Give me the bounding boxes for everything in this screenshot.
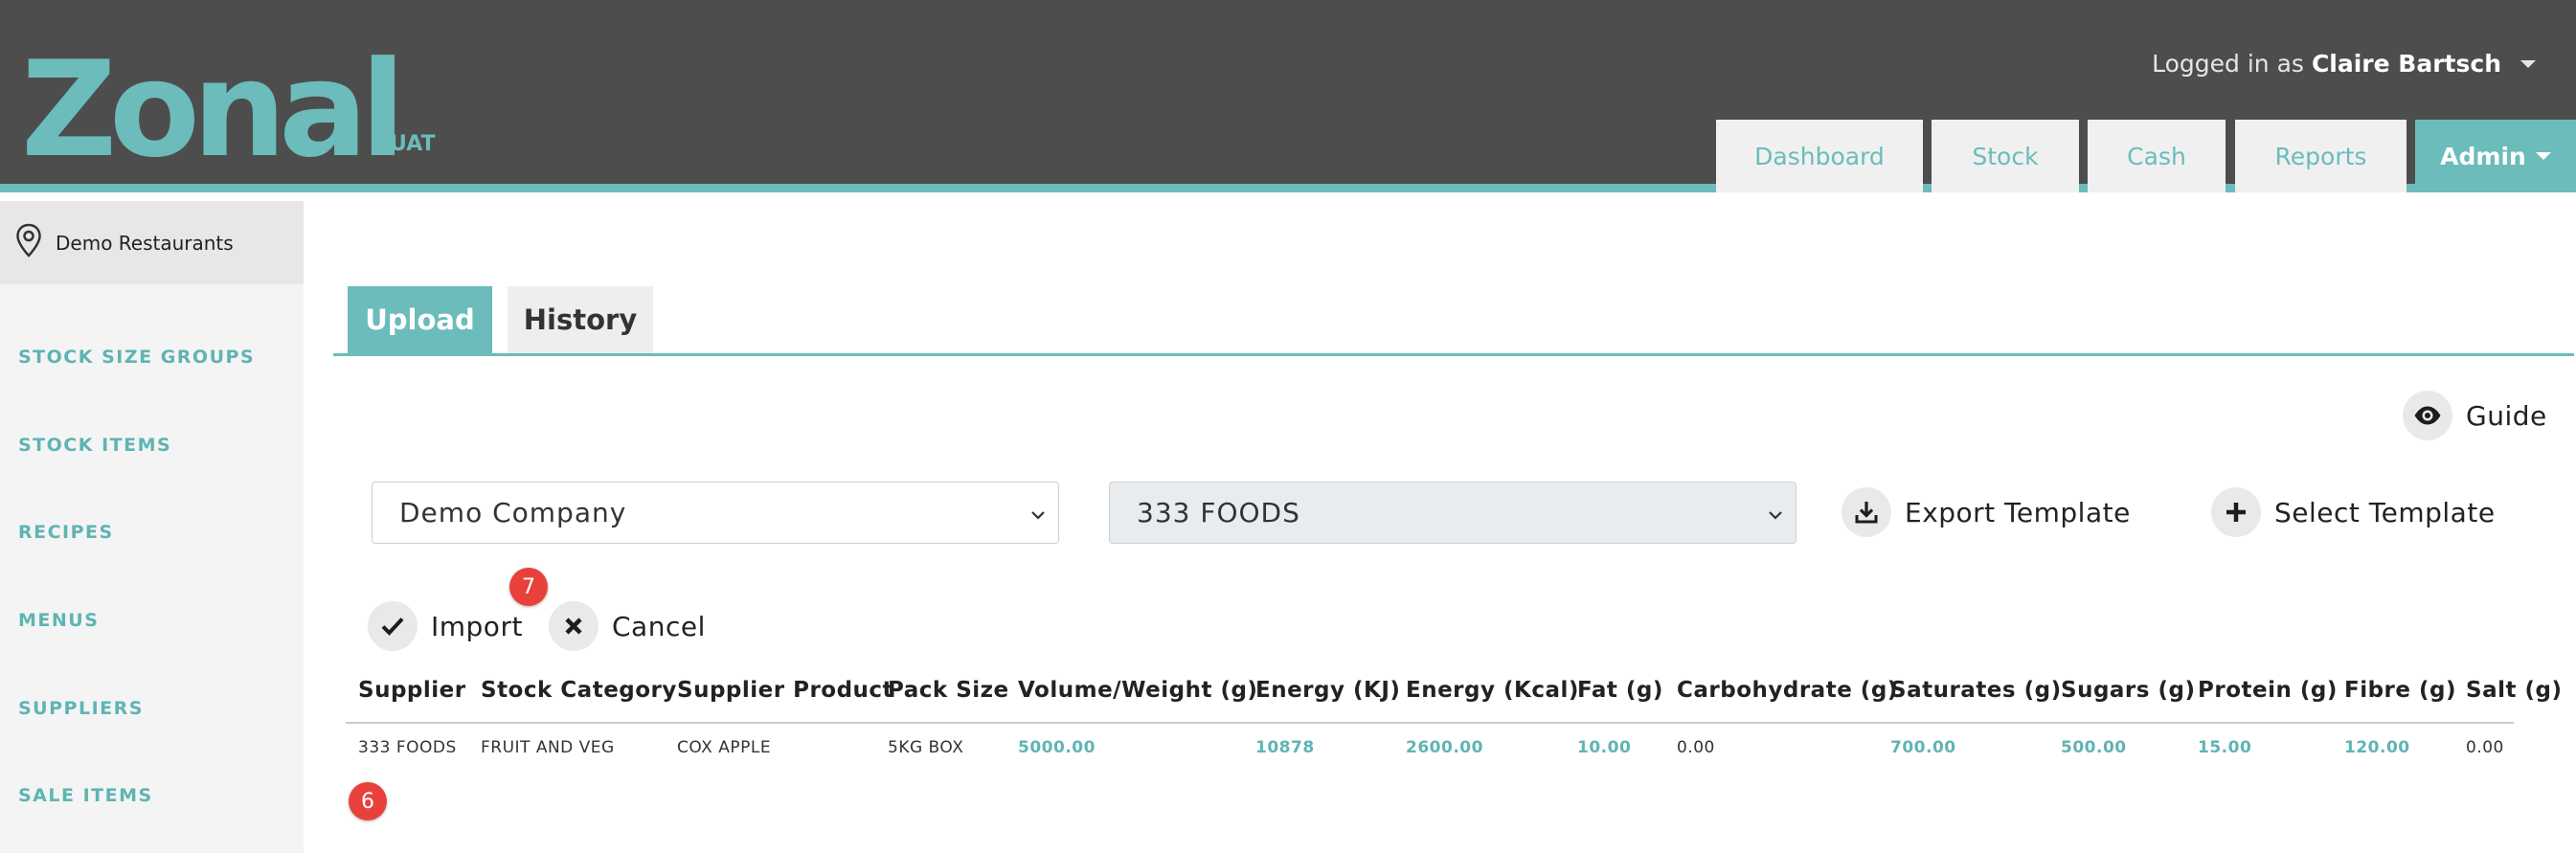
supplier-select-value: 333 FOODS: [1137, 497, 1300, 528]
nav-tab-label: Admin: [2440, 142, 2526, 170]
nav-tab-stock[interactable]: Stock: [1932, 120, 2079, 192]
close-icon: [549, 601, 599, 651]
table-cell: 333 FOODS: [358, 738, 457, 757]
company-select-value: Demo Company: [399, 497, 627, 528]
select-template-label: Select Template: [2274, 496, 2496, 528]
annotation-badge: 7: [509, 568, 548, 606]
nav-tab-dashboard[interactable]: Dashboard: [1716, 120, 1923, 192]
main-nav: Dashboard Stock Cash Reports Admin: [0, 120, 2576, 192]
column-header: Energy (Kcal): [1406, 678, 1579, 703]
sidebar-item-sale-items[interactable]: SALE ITEMS: [18, 785, 153, 806]
table-cell: 10878: [1255, 738, 1315, 757]
tab-history[interactable]: History: [508, 286, 653, 353]
tab-upload[interactable]: Upload: [348, 286, 492, 353]
table-cell: 0.00: [2466, 738, 2504, 757]
column-header: Supplier: [358, 678, 466, 703]
column-header: Carbohydrate (g): [1677, 678, 1898, 703]
chevron-down-icon: [2535, 152, 2551, 160]
column-header: Salt (g): [2466, 678, 2563, 703]
page-tabs: Upload History: [333, 286, 2574, 356]
user-name: Claire Bartsch: [2311, 50, 2501, 78]
column-header: Volume/Weight (g): [1018, 678, 1258, 703]
column-header: Sugars (g): [2061, 678, 2196, 703]
nav-tab-label: Stock: [1972, 142, 2039, 170]
check-icon: [368, 601, 418, 651]
table-cell: 5KG BOX: [888, 738, 964, 757]
guide-button[interactable]: Guide: [2403, 391, 2547, 440]
download-icon: [1842, 487, 1891, 537]
sidebar-item-recipes[interactable]: RECIPES: [18, 522, 114, 543]
nav-tab-admin[interactable]: Admin: [2415, 120, 2576, 192]
eye-icon: [2403, 391, 2452, 440]
table-cell: 10.00: [1577, 738, 1632, 757]
nav-tab-cash[interactable]: Cash: [2088, 120, 2226, 192]
column-header: Saturates (g): [1890, 678, 2062, 703]
import-label: Import: [431, 610, 523, 642]
select-template-button[interactable]: Select Template: [2211, 487, 2496, 537]
column-header: Protein (g): [2198, 678, 2338, 703]
supplier-select[interactable]: 333 FOODS: [1109, 482, 1796, 544]
nav-tab-label: Dashboard: [1754, 142, 1885, 170]
app-header: Zonal UAT Logged in as Claire Bartsch Da…: [0, 0, 2576, 192]
cancel-label: Cancel: [612, 610, 706, 642]
nav-tab-label: Cash: [2127, 142, 2186, 170]
table-cell: 2600.00: [1406, 738, 1483, 757]
sidebar-item-suppliers[interactable]: SUPPLIERS: [18, 698, 144, 719]
table-cell: 5000.00: [1018, 738, 1096, 757]
plus-icon: [2211, 487, 2261, 537]
table-cell: 700.00: [1890, 738, 1956, 757]
sidebar-item-stock-size-groups[interactable]: STOCK SIZE GROUPS: [18, 347, 255, 368]
table-cell: FRUIT AND VEG: [481, 738, 615, 757]
chevron-down-icon: [2520, 59, 2536, 68]
column-header: Energy (KJ): [1255, 678, 1401, 703]
tab-label: Upload: [365, 303, 475, 336]
nav-tab-label: Reports: [2274, 142, 2367, 170]
column-header: Stock Category: [481, 678, 677, 703]
logged-in-prefix: Logged in as: [2152, 50, 2304, 78]
location-pin-icon: [15, 223, 42, 262]
table-cell: COX APPLE: [677, 738, 772, 757]
column-header: Pack Size: [888, 678, 1009, 703]
site-selector[interactable]: Demo Restaurants: [0, 201, 304, 284]
chevron-down-icon: [1767, 502, 1784, 533]
chevron-down-icon: [1029, 502, 1047, 533]
sidebar-item-stock-items[interactable]: STOCK ITEMS: [18, 435, 171, 456]
export-template-button[interactable]: Export Template: [1842, 487, 2131, 537]
tab-label: History: [523, 303, 638, 336]
import-button[interactable]: Import: [368, 601, 523, 651]
table-cell: 0.00: [1677, 738, 1715, 757]
cancel-button[interactable]: Cancel: [549, 601, 706, 651]
table-cell: 15.00: [2198, 738, 2252, 757]
annotation-badge: 6: [349, 782, 387, 820]
company-select[interactable]: Demo Company: [372, 482, 1059, 544]
sidebar: Demo Restaurants STOCK SIZE GROUPS STOCK…: [0, 201, 304, 853]
export-template-label: Export Template: [1905, 496, 2131, 528]
user-menu[interactable]: Logged in as Claire Bartsch: [2152, 50, 2536, 78]
sidebar-item-menus[interactable]: MENUS: [18, 610, 99, 631]
site-name: Demo Restaurants: [56, 231, 234, 255]
table-cell: 120.00: [2344, 738, 2410, 757]
table-header-divider: [346, 722, 2514, 724]
guide-label: Guide: [2466, 399, 2547, 432]
table-cell: 500.00: [2061, 738, 2127, 757]
column-header: Supplier Product: [677, 678, 894, 703]
nav-tab-reports[interactable]: Reports: [2235, 120, 2407, 192]
column-header: Fibre (g): [2344, 678, 2456, 703]
column-header: Fat (g): [1577, 678, 1663, 703]
